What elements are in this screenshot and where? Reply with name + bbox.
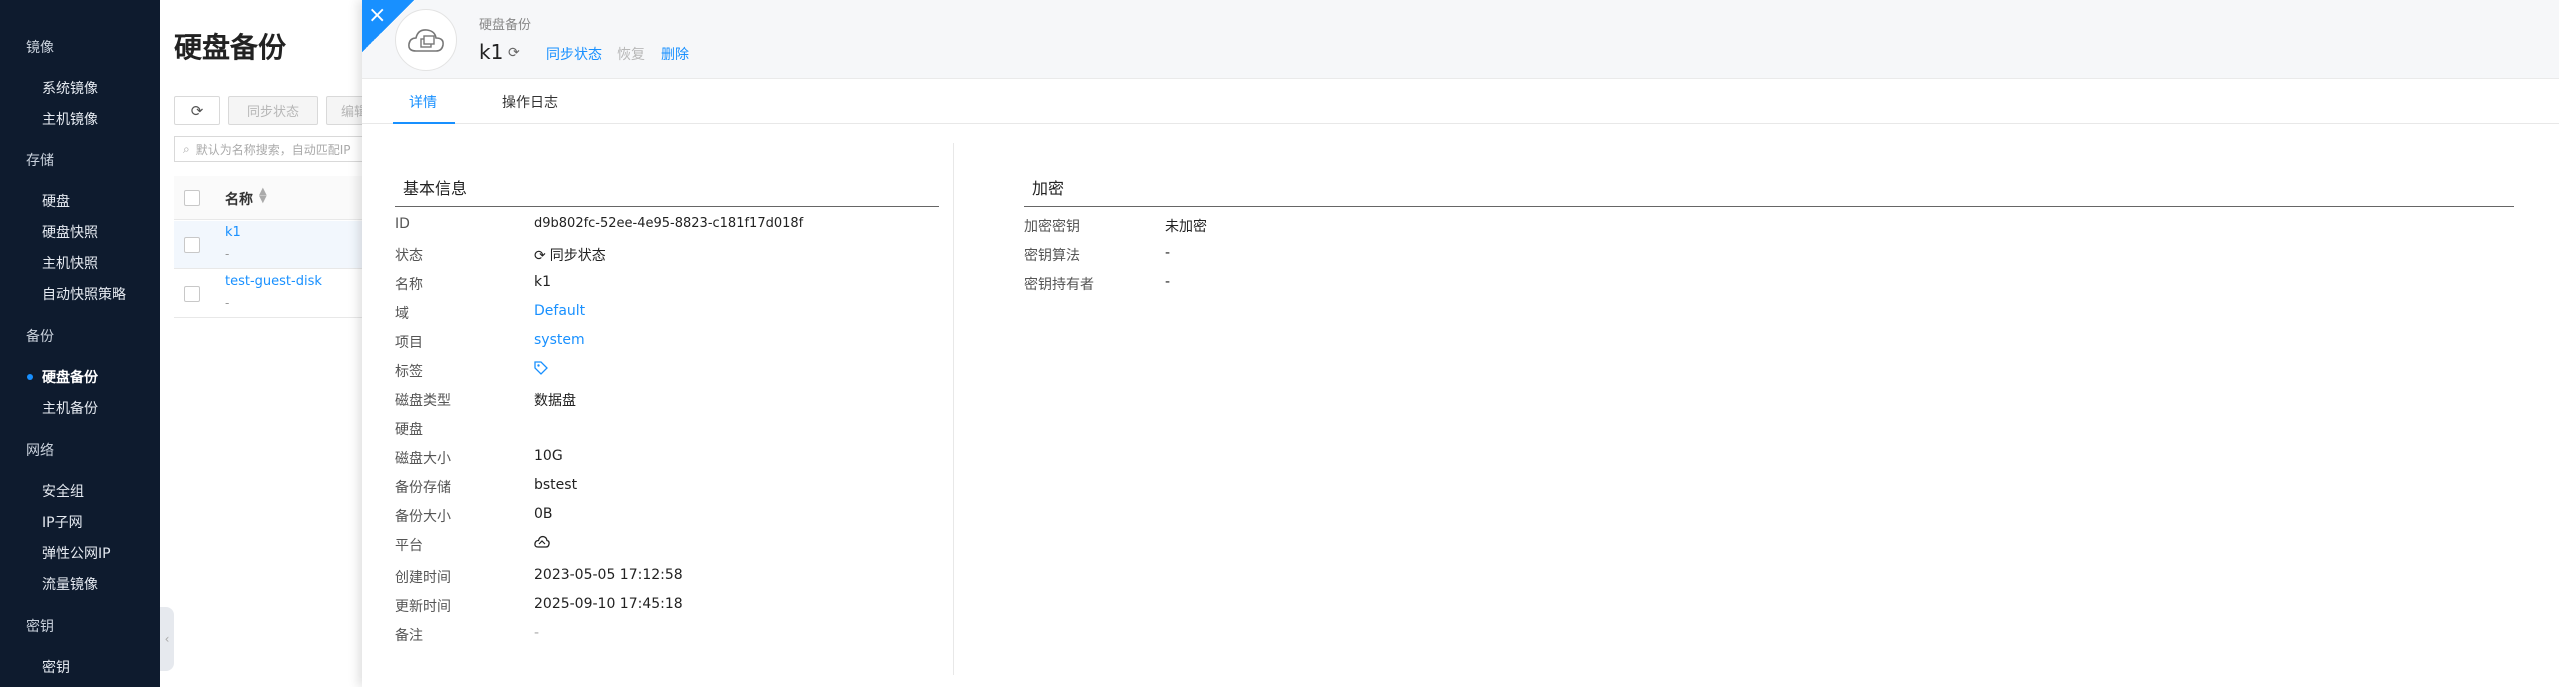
sidebar-item-security-group[interactable]: 安全组	[42, 481, 84, 501]
key-algorithm-label: 密钥算法	[1024, 248, 1080, 264]
active-tab-indicator	[393, 122, 455, 124]
nav-group-network: 网络	[26, 443, 54, 459]
key-owner-label: 密钥持有者	[1024, 277, 1094, 293]
sidebar-item-eip[interactable]: 弹性公网IP	[42, 543, 111, 563]
sidebar-item-traffic-mirror[interactable]: 流量镜像	[42, 574, 98, 594]
status-text: 同步状态	[549, 248, 606, 264]
domain-link[interactable]: Default	[534, 303, 585, 319]
tags-label: 标签	[395, 364, 423, 380]
sidebar: 镜像 系统镜像 主机镜像 存储 硬盘 硬盘快照 主机快照 自动快照策略 备份 硬…	[0, 0, 160, 687]
sidebar-item-auto-snapshot[interactable]: 自动快照策略	[42, 284, 126, 304]
sync-icon: ⟳	[534, 248, 546, 264]
sidebar-item-disk-backup[interactable]: 硬盘备份	[42, 367, 98, 387]
cloud-platform-icon	[534, 535, 550, 553]
resource-name: k1	[479, 40, 504, 64]
column-name-header[interactable]: 名称	[225, 189, 253, 209]
refresh-icon: ⟳	[190, 101, 204, 120]
status-value: ⟳ 同步状态	[534, 245, 606, 265]
column-divider	[953, 143, 954, 675]
row-sub: -	[225, 296, 230, 310]
updated-value: 2025-09-10 17:45:18	[534, 596, 683, 612]
row-checkbox[interactable]	[184, 286, 200, 302]
disk-type-label: 磁盘类型	[395, 393, 451, 409]
name-value: k1	[534, 274, 552, 290]
disk-size-label: 磁盘大小	[395, 451, 451, 467]
tab-bar: 详情 操作日志	[362, 80, 2559, 124]
encryption-divider	[1024, 206, 2514, 207]
key-algorithm-value: -	[1165, 245, 1171, 261]
remark-value: -	[534, 625, 540, 641]
project-label: 项目	[395, 335, 423, 351]
page-title: 硬盘备份	[174, 31, 287, 64]
disk-label: 硬盘	[395, 422, 423, 438]
disk-size-value: 10G	[534, 448, 563, 464]
encryption-title: 加密	[1032, 179, 1065, 198]
search-placeholder: 默认为名称搜索，自动匹配IP	[195, 142, 351, 157]
table-row[interactable]: test-guest-disk -	[174, 270, 374, 318]
platform-label: 平台	[395, 538, 423, 554]
id-label: ID	[395, 216, 410, 232]
sidebar-item-system-image[interactable]: 系统镜像	[42, 78, 98, 98]
nav-group-storage: 存储	[26, 153, 54, 169]
name-label: 名称	[395, 277, 423, 293]
remark-label: 备注	[395, 628, 423, 644]
delete-link[interactable]: 删除	[661, 44, 689, 64]
sidebar-item-disk[interactable]: 硬盘	[42, 191, 70, 211]
encryption-key-value: 未加密	[1165, 219, 1207, 235]
backup-storage-value: bstest	[534, 477, 578, 493]
sidebar-item-disk-snapshot[interactable]: 硬盘快照	[42, 222, 98, 242]
tab-operation-log[interactable]: 操作日志	[502, 92, 558, 112]
row-checkbox[interactable]	[184, 237, 200, 253]
tag-icon[interactable]	[534, 361, 548, 379]
row-name-link[interactable]: test-guest-disk	[225, 274, 322, 289]
created-label: 创建时间	[395, 570, 451, 586]
nav-group-backup: 备份	[26, 329, 54, 345]
detail-drawer: 硬盘备份 k1 ⟳ 同步状态 恢复 删除 × 详情 操作日志 基本信息 ID d…	[362, 0, 2559, 687]
created-value: 2023-05-05 17:12:58	[534, 567, 683, 583]
row-sub: -	[225, 247, 230, 261]
refresh-button[interactable]: ⟳	[174, 96, 220, 125]
sidebar-item-keys[interactable]: 密钥	[42, 657, 70, 677]
sort-icon[interactable]: ▲ ▼	[259, 187, 267, 205]
refresh-icon[interactable]: ⟳	[508, 45, 520, 61]
key-owner-value: -	[1165, 274, 1171, 290]
table-header: 名称 ▲ ▼	[174, 176, 374, 220]
row-name-link[interactable]: k1	[225, 225, 241, 240]
backup-size-value: 0B	[534, 506, 553, 522]
disk-type-value: 数据盘	[534, 393, 576, 409]
sidebar-item-host-snapshot[interactable]: 主机快照	[42, 253, 98, 273]
backup-size-label: 备份大小	[395, 509, 451, 525]
updated-label: 更新时间	[395, 599, 451, 615]
search-input[interactable]: ⌕ 默认为名称搜索，自动匹配IP	[174, 136, 374, 162]
basic-info-divider	[395, 206, 939, 207]
project-link[interactable]: system	[534, 332, 585, 348]
encryption-key-label: 加密密钥	[1024, 219, 1080, 235]
table-row[interactable]: k1 -	[174, 221, 374, 269]
search-icon: ⌕	[183, 141, 190, 156]
sidebar-item-host-backup[interactable]: 主机备份	[42, 398, 98, 418]
drawer-header: 硬盘备份 k1 ⟳ 同步状态 恢复 删除	[362, 0, 2559, 79]
sync-status-link[interactable]: 同步状态	[546, 44, 602, 64]
close-icon: ×	[368, 3, 387, 28]
id-value: d9b802fc-52ee-4e95-8823-c181f17d018f	[534, 216, 804, 231]
nav-group-keys: 密钥	[26, 619, 54, 635]
domain-label: 域	[395, 306, 409, 322]
sidebar-item-ip-subnet[interactable]: IP子网	[42, 512, 83, 532]
backup-storage-label: 备份存储	[395, 480, 451, 496]
active-indicator	[27, 374, 33, 380]
restore-link[interactable]: 恢复	[617, 44, 645, 64]
close-button[interactable]: ×	[362, 0, 414, 52]
sync-status-button[interactable]: 同步状态	[228, 96, 318, 125]
sidebar-item-host-image[interactable]: 主机镜像	[42, 109, 98, 129]
chevron-left-icon: ‹	[164, 632, 170, 646]
status-label: 状态	[395, 248, 423, 264]
resource-type-label: 硬盘备份	[479, 18, 532, 33]
nav-group-image: 镜像	[26, 40, 54, 56]
basic-info-title: 基本信息	[403, 179, 468, 198]
tab-detail[interactable]: 详情	[409, 92, 437, 112]
select-all-checkbox[interactable]	[184, 190, 200, 206]
collapse-sidebar-handle[interactable]: ‹	[160, 607, 174, 671]
